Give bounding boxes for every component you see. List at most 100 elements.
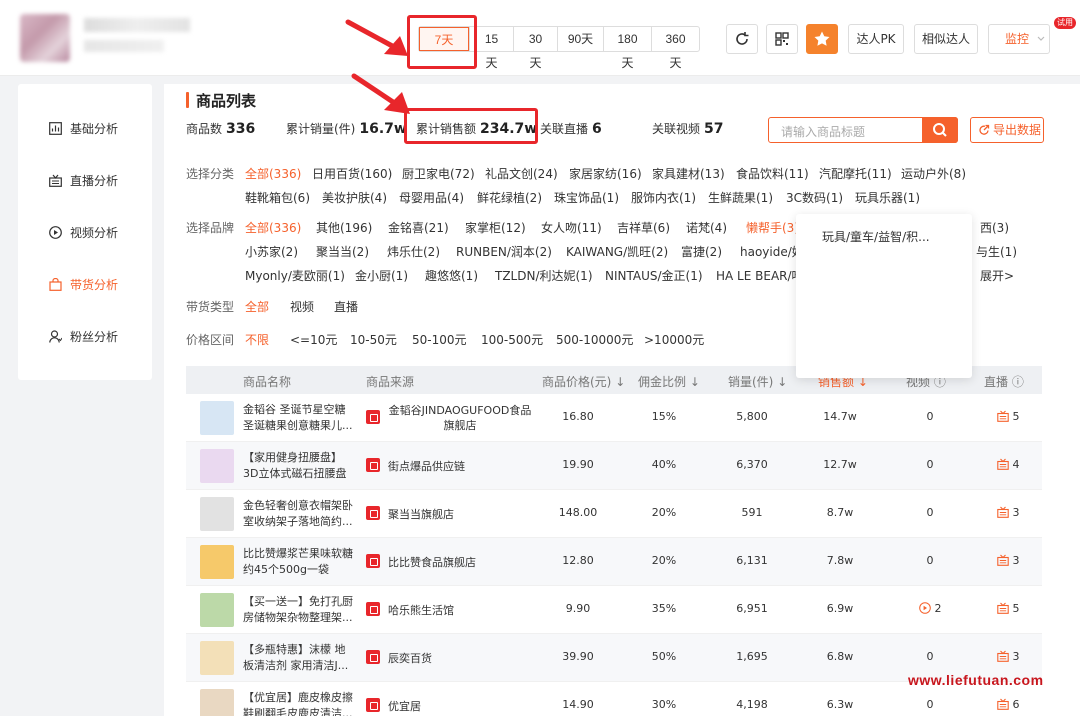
sidebar-item-live[interactable]: 直播分析	[18, 160, 152, 200]
shop-name[interactable]: 比比赞食品旗舰店	[388, 554, 476, 570]
monitor-button[interactable]: 监控	[988, 24, 1050, 54]
category-option[interactable]: 生鲜蔬果(1)	[708, 189, 773, 206]
table-row[interactable]: 【家用健身扭腰盘】3D立体式磁石扭腰盘 ... 街点爆品供应链 19.90 40% 6,…	[186, 442, 1042, 490]
brand-option[interactable]: KAIWANG/凯旺(2)	[566, 243, 668, 260]
category-option[interactable]: 食品饮料(11)	[736, 165, 809, 182]
shop-name[interactable]: 哈乐熊生活馆	[388, 602, 454, 618]
brand-option[interactable]: 与生(1)	[976, 243, 1017, 260]
video-cell[interactable]: 2	[890, 602, 970, 615]
shop-name[interactable]: 聚当当旗舰店	[388, 506, 454, 522]
refresh-button[interactable]	[726, 24, 758, 54]
avatar[interactable]	[20, 14, 70, 62]
brand-option[interactable]: 家掌柜(12)	[465, 219, 526, 236]
header-price[interactable]: 商品价格(元) ↓	[542, 373, 625, 390]
brand-option[interactable]: TZLDN/利达妮(1)	[495, 267, 593, 284]
type-option[interactable]: 全部	[245, 298, 269, 315]
type-option[interactable]: 直播	[334, 298, 358, 315]
shop-name[interactable]: 辰奕百货	[388, 650, 432, 666]
category-option[interactable]: 鲜花绿植(2)	[477, 189, 542, 206]
product-name[interactable]: 金色轻奢创意衣帽架卧室收纳架子落地简约...	[243, 498, 355, 530]
sidebar-item-video[interactable]: 视频分析	[18, 212, 152, 252]
brand-option[interactable]: 富捷(2)	[681, 243, 722, 260]
video-cell[interactable]: 0	[890, 698, 970, 711]
header-commission[interactable]: 佣金比例 ↓	[638, 373, 700, 390]
range-180d-button[interactable]: 180天	[603, 27, 651, 70]
category-option[interactable]: 运动户外(8)	[901, 165, 966, 182]
live-cell[interactable]: 5	[968, 410, 1048, 423]
brand-option[interactable]: haoyide/好	[740, 243, 804, 260]
price-option[interactable]: 50-100元	[412, 331, 467, 348]
video-cell[interactable]: 0	[890, 458, 970, 471]
product-name[interactable]: 【多瓶特惠】沫檬 地板清洁剂 家用清洁J...	[243, 642, 355, 674]
search-button[interactable]	[922, 117, 958, 143]
similar-button[interactable]: 相似达人	[914, 24, 978, 54]
product-name[interactable]: 【优宜居】鹿皮橡皮擦鞋刷翻毛皮鹿皮清洁...	[243, 690, 355, 716]
product-name[interactable]: 比比赞爆浆芒果味软糖约45个500g一袋	[243, 546, 355, 578]
product-name[interactable]: 【买一送一】免打孔厨房储物架杂物整理架...	[243, 594, 355, 626]
header-live[interactable]: 直播 ⓘ	[984, 373, 1024, 390]
brand-option[interactable]: Myonly/麦欧丽(1)	[245, 267, 345, 284]
brand-option[interactable]: NINTAUS/金正(1)	[605, 267, 703, 284]
brand-option[interactable]: 金铭喜(21)	[388, 219, 449, 236]
sidebar-item-sales[interactable]: 带货分析	[18, 264, 152, 304]
category-option[interactable]: 家具建材(13)	[652, 165, 725, 182]
popup-item[interactable]: 玩具/童车/益智/积...	[822, 228, 930, 245]
price-option[interactable]: 500-10000元	[556, 331, 633, 348]
price-option[interactable]: <=10元	[290, 331, 337, 348]
product-thumbnail[interactable]	[200, 593, 234, 627]
product-thumbnail[interactable]	[200, 689, 234, 716]
price-option[interactable]: 10-50元	[350, 331, 397, 348]
product-thumbnail[interactable]	[200, 449, 234, 483]
table-row[interactable]: 【买一送一】免打孔厨房储物架杂物整理架... 哈乐熊生活馆 9.90 35% 6,951…	[186, 586, 1042, 634]
price-option[interactable]: 不限	[245, 331, 269, 348]
brand-option[interactable]: 吉祥草(6)	[617, 219, 670, 236]
shop-name[interactable]: 街点爆品供应链	[388, 458, 465, 474]
product-name[interactable]: 金韬谷 圣诞节星空糖圣诞糖果创意糖果儿...	[243, 402, 355, 434]
brand-option[interactable]: 懒帮手(3)	[746, 219, 799, 236]
live-cell[interactable]: 4	[968, 458, 1048, 471]
brand-option[interactable]: RUNBEN/润本(2)	[456, 243, 552, 260]
brand-option[interactable]: 女人吻(11)	[541, 219, 602, 236]
brand-option[interactable]: 金小厨(1)	[355, 267, 408, 284]
category-option[interactable]: 礼品文创(24)	[485, 165, 558, 182]
brand-option[interactable]: 西(3)	[980, 219, 1009, 236]
category-option[interactable]: 服饰内衣(1)	[631, 189, 696, 206]
header-sales[interactable]: 销量(件) ↓	[728, 373, 787, 390]
product-name[interactable]: 【家用健身扭腰盘】3D立体式磁石扭腰盘 ...	[243, 450, 355, 482]
brand-option[interactable]: 诺梵(4)	[686, 219, 727, 236]
brand-option[interactable]: 全部(336)	[245, 219, 301, 236]
video-cell[interactable]: 0	[890, 506, 970, 519]
export-button[interactable]: 导出数据	[970, 117, 1044, 143]
shop-name[interactable]: 优宜居	[388, 698, 421, 714]
type-option[interactable]: 视频	[290, 298, 314, 315]
category-option[interactable]: 厨卫家电(72)	[402, 165, 475, 182]
video-cell[interactable]: 0	[890, 650, 970, 663]
video-cell[interactable]: 0	[890, 410, 970, 423]
category-option[interactable]: 玩具乐器(1)	[855, 189, 920, 206]
category-option[interactable]: 全部(336)	[245, 165, 301, 182]
brand-option[interactable]: 展开>	[980, 267, 1014, 284]
brand-option[interactable]: HA LE BEAR/哈	[716, 267, 804, 284]
sidebar-item-basic[interactable]: 基础分析	[18, 108, 152, 148]
qrcode-button[interactable]	[766, 24, 798, 54]
category-option[interactable]: 鞋靴箱包(6)	[245, 189, 310, 206]
category-option[interactable]: 日用百货(160)	[312, 165, 392, 182]
price-option[interactable]: >10000元	[644, 331, 704, 348]
pk-button[interactable]: 达人PK	[848, 24, 904, 54]
product-thumbnail[interactable]	[200, 545, 234, 579]
category-option[interactable]: 家居家纺(16)	[569, 165, 642, 182]
shop-name[interactable]: 金韬谷JINDAOGUFOOD食品旗舰店	[388, 403, 532, 433]
product-thumbnail[interactable]	[200, 401, 234, 435]
product-thumbnail[interactable]	[200, 641, 234, 675]
category-option[interactable]: 母婴用品(4)	[399, 189, 464, 206]
live-cell[interactable]: 3	[968, 506, 1048, 519]
product-thumbnail[interactable]	[200, 497, 234, 531]
range-30d-button[interactable]: 30天	[513, 27, 557, 70]
table-row[interactable]: 金韬谷 圣诞节星空糖圣诞糖果创意糖果儿... 金韬谷JINDAOGUFOOD食品旗…	[186, 394, 1042, 442]
favorite-button[interactable]	[806, 24, 838, 54]
live-cell[interactable]: 5	[968, 602, 1048, 615]
category-option[interactable]: 美妆护肤(4)	[322, 189, 387, 206]
table-row[interactable]: 金色轻奢创意衣帽架卧室收纳架子落地简约... 聚当当旗舰店 148.00 20% 591…	[186, 490, 1042, 538]
range-360d-button[interactable]: 360天	[651, 27, 699, 70]
sidebar-item-fans[interactable]: 粉丝分析	[18, 316, 152, 356]
